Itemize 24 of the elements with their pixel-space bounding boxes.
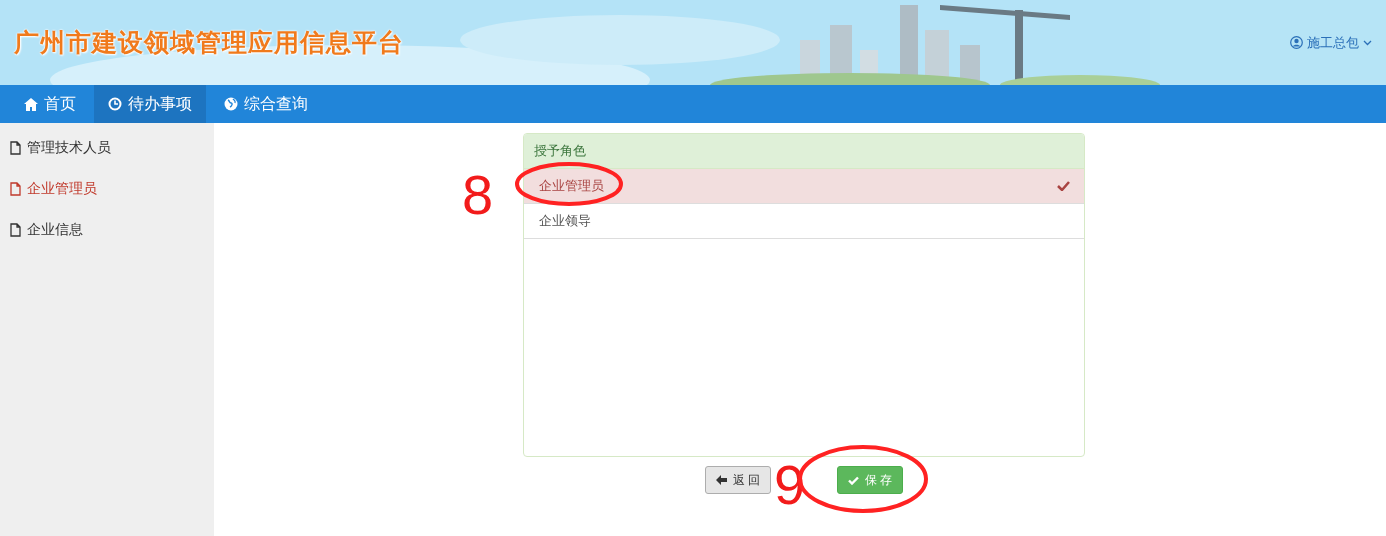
site-title: 广州市建设领域管理应用信息平台: [14, 27, 404, 58]
panel-title: 授予角色: [524, 134, 1084, 169]
check-icon: [1057, 181, 1070, 191]
nav-tab[interactable]: 待办事项: [94, 85, 206, 123]
arrow-left-icon: [715, 475, 727, 485]
file-icon: [10, 140, 21, 155]
sidebar-item[interactable]: 企业管理员: [0, 174, 214, 215]
home-icon: [24, 97, 38, 111]
caret-icon: [1363, 39, 1372, 46]
save-button[interactable]: 保 存: [837, 466, 904, 494]
file-icon: [10, 222, 21, 237]
sidebar-item[interactable]: 管理技术人员: [0, 133, 214, 174]
sidebar-item[interactable]: 企业信息: [0, 215, 214, 256]
role-row[interactable]: 企业管理员: [524, 169, 1084, 204]
nav-tab[interactable]: 综合查询: [210, 85, 322, 123]
user-menu[interactable]: 施工总包: [1290, 33, 1372, 52]
back-button[interactable]: 返 回: [704, 466, 771, 494]
clock-icon: [108, 97, 122, 111]
nav-tab[interactable]: 首页: [10, 85, 90, 123]
check-icon: [848, 475, 859, 485]
file-icon: [10, 181, 21, 196]
user-icon: [1290, 36, 1303, 49]
step-number: 8: [462, 167, 494, 223]
globe-icon: [224, 97, 238, 111]
